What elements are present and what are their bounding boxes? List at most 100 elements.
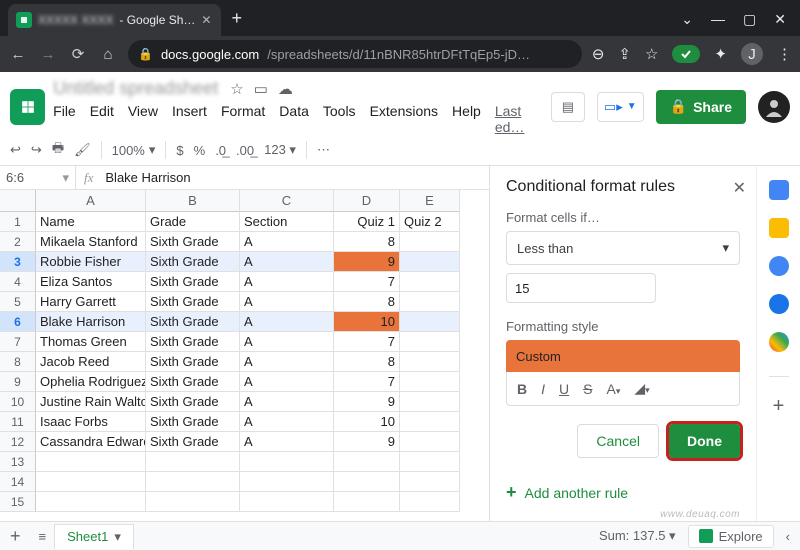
move-icon[interactable]: ▭ xyxy=(254,80,268,98)
window-maximize-icon[interactable]: ▢ xyxy=(743,11,756,28)
currency-icon[interactable]: $ xyxy=(176,143,183,158)
last-edit-link[interactable]: Last ed… xyxy=(495,103,543,135)
star-icon[interactable]: ☆ xyxy=(230,80,243,98)
docs-header: Untitled spreadsheet ☆ ▭ ☁ File Edit Vie… xyxy=(0,72,800,135)
name-box[interactable]: 6:6▾ xyxy=(0,166,76,189)
window-chevron-icon[interactable]: ⌄ xyxy=(681,11,693,28)
chevron-down-icon: ▾ xyxy=(722,240,729,256)
document-title[interactable]: Untitled spreadsheet xyxy=(53,78,218,99)
account-avatar[interactable] xyxy=(758,91,790,123)
menu-format[interactable]: Format xyxy=(221,103,265,135)
menu-view[interactable]: View xyxy=(128,103,158,135)
sheet-tab-bar: + ≡ Sheet1 ▾ Sum: 137.5 ▾ Explore ‹ xyxy=(0,521,800,550)
nav-back-icon[interactable]: ← xyxy=(8,46,28,63)
text-color-icon[interactable]: A▾ xyxy=(606,381,620,397)
conditional-format-panel: ✕ Conditional format rules Format cells … xyxy=(490,166,756,527)
more-toolbar-icon[interactable]: ⋯ xyxy=(317,142,330,158)
side-rail: + xyxy=(756,166,800,527)
style-preview[interactable]: Custom xyxy=(506,340,740,372)
browser-titlebar: XXXXX XXXX - Google Sh… ✕ + ⌄ — ▢ ✕ xyxy=(0,0,800,36)
condition-value-input[interactable]: 15 xyxy=(506,273,656,303)
keep-icon[interactable] xyxy=(769,218,789,238)
menu-extensions[interactable]: Extensions xyxy=(370,103,438,135)
strike-icon[interactable]: S xyxy=(583,381,592,397)
contacts-icon[interactable] xyxy=(769,294,789,314)
condition-select[interactable]: Less than ▾ xyxy=(506,231,740,265)
share-label: Share xyxy=(693,99,732,115)
browser-toolbar: ← → ⟳ ⌂ 🔒 docs.google.com /spreadsheets/… xyxy=(0,36,800,72)
dec-decrease-icon[interactable]: .0̲ xyxy=(215,143,226,158)
sum-display[interactable]: Sum: 137.5 ▾ xyxy=(599,528,676,544)
paint-icon[interactable]: 🖌 xyxy=(74,142,91,158)
lock-icon: 🔒 xyxy=(670,98,687,115)
number-format-select[interactable]: 123 ▾ xyxy=(264,142,296,158)
menu-insert[interactable]: Insert xyxy=(172,103,207,135)
menu-file[interactable]: File xyxy=(53,103,76,135)
browser-tab[interactable]: XXXXX XXXX - Google Sh… ✕ xyxy=(8,4,221,36)
panel-title: Conditional format rules xyxy=(506,178,740,196)
undo-icon[interactable]: ↩ xyxy=(10,142,21,158)
tasks-icon[interactable] xyxy=(769,256,789,276)
percent-icon[interactable]: % xyxy=(194,143,206,158)
cell-grid[interactable]: ABCDE1NameGradeSectionQuiz 1Quiz 22Mikae… xyxy=(0,190,489,512)
extension-badge-icon[interactable] xyxy=(672,45,700,63)
redo-icon[interactable]: ↪ xyxy=(31,142,42,158)
bold-icon[interactable]: B xyxy=(517,381,527,397)
tab-close-icon[interactable]: ✕ xyxy=(201,13,211,27)
maps-icon[interactable] xyxy=(769,332,789,352)
nav-home-icon[interactable]: ⌂ xyxy=(98,46,118,63)
lock-icon: 🔒 xyxy=(138,47,153,61)
add-sheet-button[interactable]: + xyxy=(0,526,31,547)
new-tab-button[interactable]: + xyxy=(221,8,252,29)
cancel-button[interactable]: Cancel xyxy=(577,424,659,458)
calendar-icon[interactable] xyxy=(769,180,789,200)
tab-title-suffix: - Google Sh… xyxy=(119,13,195,27)
dec-increase-icon[interactable]: .00̲ xyxy=(236,143,254,158)
window-close-icon[interactable]: ✕ xyxy=(774,11,786,28)
sheets-logo-icon[interactable] xyxy=(10,89,45,125)
fill-color-icon[interactable]: ◢▾ xyxy=(634,380,649,397)
tab-title-blurred: XXXXX XXXX xyxy=(38,13,113,27)
italic-icon[interactable]: I xyxy=(541,381,545,397)
menu-tools[interactable]: Tools xyxy=(323,103,356,135)
profile-avatar[interactable]: J xyxy=(741,43,763,65)
menu-help[interactable]: Help xyxy=(452,103,481,135)
bookmark-icon[interactable]: ☆ xyxy=(645,45,658,63)
share-url-icon[interactable]: ⇪ xyxy=(618,45,631,63)
formula-bar[interactable]: Blake Harrison xyxy=(101,170,190,185)
window-minimize-icon[interactable]: — xyxy=(711,11,725,28)
extensions-icon[interactable]: ✦ xyxy=(714,45,727,63)
condition-value: Less than xyxy=(517,241,573,256)
collapse-rail-icon[interactable]: ‹ xyxy=(786,529,790,544)
present-button[interactable]: ▭▸ ▼ xyxy=(597,92,644,122)
address-bar[interactable]: 🔒 docs.google.com /spreadsheets/d/11nBNR… xyxy=(128,40,582,68)
plus-icon: + xyxy=(506,482,517,503)
nav-forward-icon: → xyxy=(38,46,58,63)
nav-reload-icon[interactable]: ⟳ xyxy=(68,45,88,63)
share-button[interactable]: 🔒 Share xyxy=(656,90,746,124)
explore-icon xyxy=(699,529,713,543)
done-button[interactable]: Done xyxy=(669,424,740,458)
format-toolbar: ↩ ↪ 🖶 🖌 100% ▾ $ % .0̲ .00̲ 123 ▾ ⋯ xyxy=(0,135,800,166)
explore-button[interactable]: Explore xyxy=(688,525,774,548)
menu-data[interactable]: Data xyxy=(279,103,309,135)
formatting-style-label: Formatting style xyxy=(506,319,740,334)
close-panel-icon[interactable]: ✕ xyxy=(733,178,746,198)
zoom-select[interactable]: 100% ▾ xyxy=(112,142,156,158)
underline-icon[interactable]: U xyxy=(559,381,569,397)
cloud-icon[interactable]: ☁ xyxy=(278,80,293,98)
watermark-text: www.deuaq.com xyxy=(660,509,740,520)
all-sheets-button[interactable]: ≡ xyxy=(31,529,55,544)
add-rule-button[interactable]: + Add another rule xyxy=(506,482,740,503)
spreadsheet-area: 6:6▾ fx Blake Harrison ABCDE1NameGradeSe… xyxy=(0,166,490,527)
add-addon-icon[interactable]: + xyxy=(773,395,785,418)
menu-edit[interactable]: Edit xyxy=(90,103,114,135)
url-path: /spreadsheets/d/11nBNR85htrDFtTqEp5-jD… xyxy=(267,47,530,62)
comments-button[interactable]: ▤ xyxy=(551,92,585,122)
sheet-tab[interactable]: Sheet1 ▾ xyxy=(54,524,134,549)
window-controls: ⌄ — ▢ ✕ xyxy=(681,11,800,36)
format-if-label: Format cells if… xyxy=(506,210,740,225)
print-icon[interactable]: 🖶 xyxy=(52,139,64,161)
zoom-icon[interactable]: ⊖ xyxy=(592,45,605,63)
browser-menu-icon[interactable]: ⋮ xyxy=(777,45,792,63)
